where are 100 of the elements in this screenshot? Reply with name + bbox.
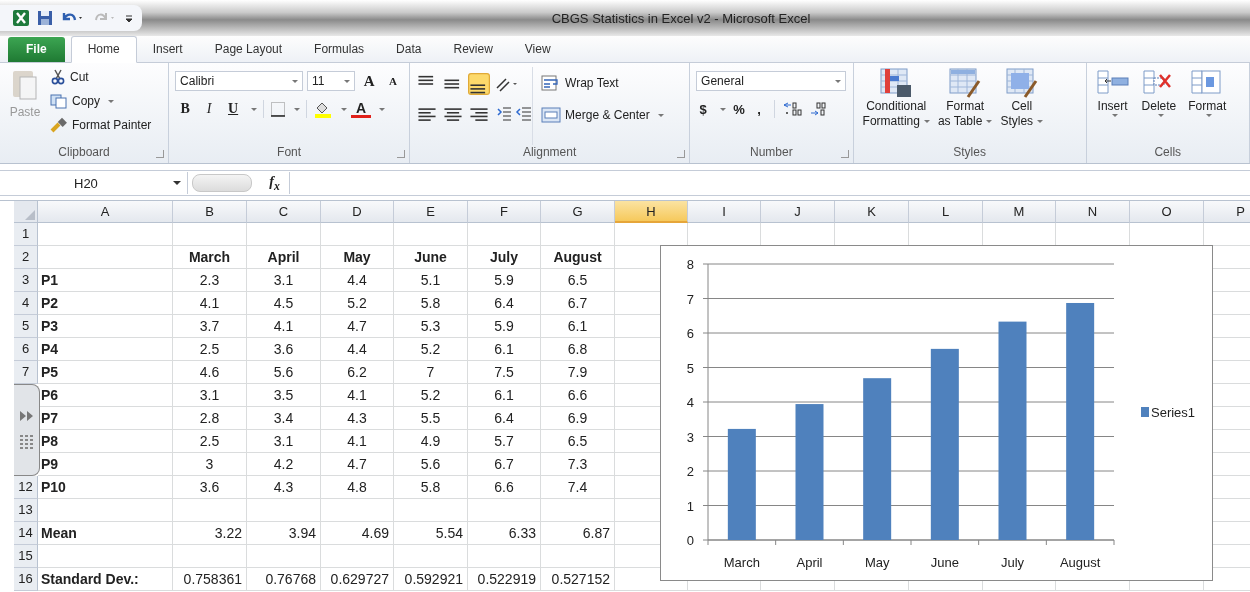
caret-icon	[1037, 120, 1044, 124]
row-header[interactable]: 12	[14, 476, 38, 499]
column-header[interactable]: J	[761, 201, 835, 223]
bar[interactable]	[998, 321, 1027, 540]
column-header[interactable]: B	[173, 201, 247, 223]
column-header[interactable]: C	[247, 201, 321, 223]
ribbon-tab[interactable]: View	[508, 37, 567, 62]
table-cell: 0.758361	[173, 568, 247, 591]
column-header[interactable]: H	[615, 201, 688, 223]
row-header[interactable]: 3	[14, 269, 38, 292]
row-header[interactable]: 6	[14, 338, 38, 361]
row-header[interactable]: 4	[14, 292, 38, 315]
copy-button[interactable]: Copy	[50, 91, 152, 111]
dialog-launcher-icon[interactable]	[156, 150, 165, 158]
row-header[interactable]: 15	[14, 545, 38, 568]
table-cell: 6.7	[468, 453, 541, 476]
format-painter-button[interactable]: Format Painter	[50, 115, 152, 135]
bar[interactable]	[1066, 303, 1095, 540]
grid-dots-icon[interactable]	[17, 433, 36, 451]
ribbon-tab[interactable]: Insert	[136, 37, 199, 62]
row-header[interactable]: 2	[14, 246, 38, 269]
column-header[interactable]: N	[1056, 201, 1130, 223]
row-header[interactable]: 5	[14, 315, 38, 338]
column-header[interactable]: I	[688, 201, 761, 223]
name-box[interactable]: H20	[10, 172, 188, 194]
font-size-dropdown[interactable]: 11	[307, 71, 356, 91]
table-cell: 6.33	[468, 522, 541, 545]
column-header[interactable]: E	[394, 201, 468, 223]
cell-styles-button[interactable]: Cell Styles	[997, 67, 1047, 145]
table-cell: 4.9	[394, 430, 468, 453]
percent-button[interactable]: %	[732, 99, 747, 119]
column-header[interactable]: M	[983, 201, 1056, 223]
insert-cells-button[interactable]: Insert	[1092, 67, 1133, 145]
save-icon[interactable]	[36, 9, 54, 27]
comma-button[interactable]: ,	[752, 99, 767, 119]
fill-color-icon[interactable]	[313, 100, 334, 118]
bar[interactable]	[727, 428, 756, 540]
format-cells-button[interactable]: Format	[1185, 67, 1230, 145]
table-cell: 5.2	[394, 384, 468, 407]
column-header[interactable]: A	[38, 201, 173, 223]
ribbon-tab[interactable]: File	[8, 37, 65, 62]
table-cell: 5.7	[468, 430, 541, 453]
table-cell: 3.94	[247, 522, 321, 545]
shrink-font-button[interactable]: A	[383, 71, 404, 91]
italic-button[interactable]: I	[199, 99, 220, 119]
delete-cells-button[interactable]: Delete	[1138, 67, 1180, 145]
font-name-dropdown[interactable]: Calibri	[175, 71, 304, 91]
table-cell: 7.3	[541, 453, 615, 476]
bar[interactable]	[863, 378, 892, 540]
ribbon-tab[interactable]: Home	[70, 36, 137, 63]
caret-icon	[1111, 114, 1118, 117]
wrap-text-button[interactable]: Wrap Text	[541, 73, 664, 93]
insert-function-button[interactable]: f$_{x}$	[260, 172, 290, 194]
table-cell: P3	[38, 315, 173, 338]
column-header[interactable]: K	[835, 201, 909, 223]
row-header[interactable]: 1	[14, 223, 38, 246]
increase-decimal-icon[interactable]	[783, 100, 804, 118]
font-color-button[interactable]: A	[351, 100, 372, 118]
table-cell: 4.7	[321, 315, 394, 338]
axis-label: 0	[686, 533, 694, 548]
row-header[interactable]: 13	[14, 499, 38, 522]
chart-area[interactable]: 0 1 2 3 4 5 6 7 8 March April May June July August Series1	[660, 245, 1213, 581]
conditional-formatting-button[interactable]: Conditional Formatting	[859, 67, 933, 145]
table-cell: 5.2	[394, 338, 468, 361]
dialog-launcher-icon[interactable]	[397, 150, 406, 158]
table-cell: 6.1	[541, 315, 615, 338]
number-format-dropdown[interactable]: General	[696, 71, 847, 91]
bold-button[interactable]: B	[175, 99, 196, 119]
caret-icon	[923, 120, 930, 124]
ribbon-tab[interactable]: Data	[380, 37, 438, 62]
column-header[interactable]: G	[541, 201, 615, 223]
caret-icon	[341, 107, 348, 111]
column-header[interactable]: O	[1130, 201, 1204, 223]
column-header[interactable]: F	[468, 201, 541, 223]
table-cell: August	[541, 246, 615, 269]
grow-font-button[interactable]: A	[359, 71, 380, 91]
format-as-table-button[interactable]: Format as Table	[934, 67, 996, 145]
ribbon-tab[interactable]: Formulas	[298, 37, 381, 62]
row-header[interactable]: 14	[14, 522, 38, 545]
borders-icon[interactable]	[270, 101, 287, 117]
currency-button[interactable]: $	[696, 99, 711, 119]
underline-button[interactable]: U	[223, 99, 244, 119]
ribbon-tab[interactable]: Page Layout	[198, 37, 299, 62]
ribbon-tab[interactable]: Review	[437, 37, 509, 62]
formula-bar-handle-icon[interactable]	[192, 174, 252, 192]
column-header[interactable]: D	[321, 201, 394, 223]
cut-button[interactable]: Cut	[50, 67, 152, 87]
merge-center-button[interactable]: Merge & Center	[541, 105, 664, 125]
column-header[interactable]: P	[1204, 201, 1250, 223]
row-header[interactable]: 16	[14, 568, 38, 591]
group-label: Clipboard	[58, 145, 110, 161]
column-header[interactable]: L	[909, 201, 983, 223]
align-bottom-icon[interactable]	[468, 73, 491, 95]
bar[interactable]	[930, 348, 959, 540]
bar[interactable]	[795, 404, 824, 540]
floating-toolbar[interactable]	[14, 384, 40, 476]
dialog-launcher-icon[interactable]	[840, 150, 849, 158]
row-header[interactable]: 7	[14, 361, 38, 384]
axis-label: 5	[686, 360, 694, 376]
dialog-launcher-icon[interactable]	[677, 150, 686, 158]
